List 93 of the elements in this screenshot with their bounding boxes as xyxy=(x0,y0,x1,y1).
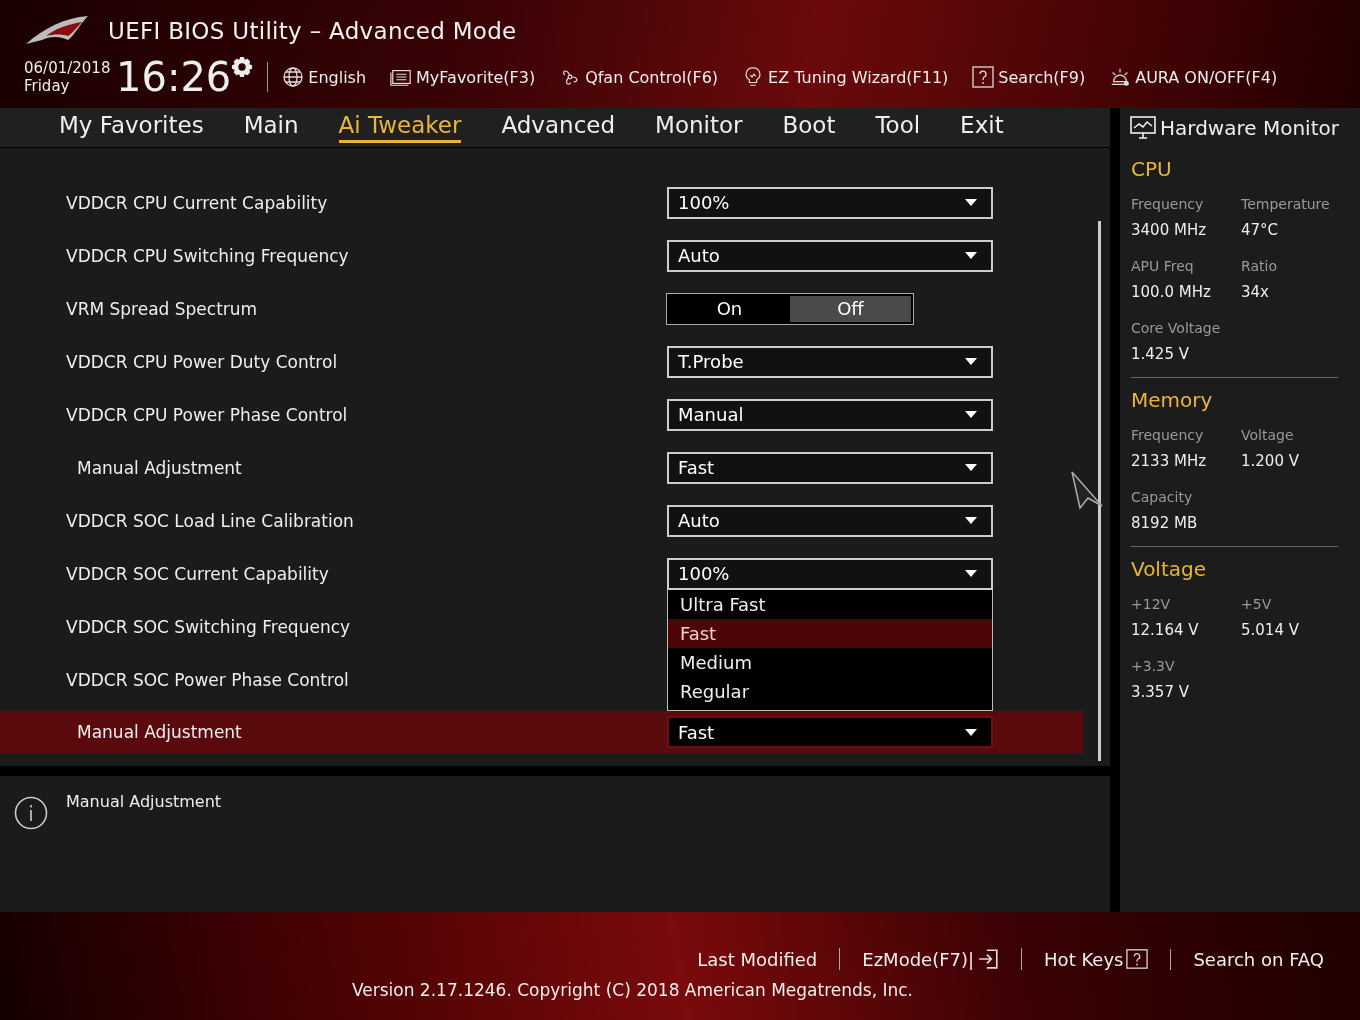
reading-value: 34x xyxy=(1241,283,1270,301)
dropdown[interactable]: Auto xyxy=(667,239,993,272)
reading-value: 8192 MB xyxy=(1131,514,1199,532)
day-text: Friday xyxy=(24,77,71,95)
dropdown[interactable]: Auto xyxy=(667,504,993,537)
exit-icon xyxy=(977,948,1000,970)
dropdown[interactable]: 100% xyxy=(667,186,993,219)
menu-tab[interactable]: Tool xyxy=(875,112,921,143)
toolbar-button[interactable]: EZ Tuning Wizard(F11) xyxy=(742,66,949,88)
window-title: UEFI BIOS Utility – Advanced Mode xyxy=(108,18,517,44)
caret-icon xyxy=(965,570,977,577)
menu-tab[interactable]: My Favorites xyxy=(59,112,204,143)
reading-value: 100.0 MHz xyxy=(1131,283,1212,301)
question-icon xyxy=(972,66,995,88)
reading-label: Ratio xyxy=(1241,257,1278,275)
reading-label: Frequency xyxy=(1131,195,1205,213)
cursor-icon xyxy=(1070,470,1104,510)
setting-label[interactable]: VDDCR CPU Power Duty Control xyxy=(0,351,666,372)
toolbar-button[interactable]: Qfan Control(F6) xyxy=(559,66,719,88)
dropdown[interactable]: Manual xyxy=(667,398,993,431)
menu-tab[interactable]: Ai Tweaker xyxy=(338,112,462,143)
help-text: Manual Adjustment xyxy=(66,792,222,811)
version-text: Version 2.17.1246. Copyright (C) 2018 American Megatrends, Inc. xyxy=(351,980,914,1000)
info-icon xyxy=(14,796,48,830)
toolbar-button[interactable]: MyFavorite(F3) xyxy=(390,66,536,88)
caret-icon xyxy=(965,464,977,471)
reading-value: 1.425 V xyxy=(1131,345,1190,363)
footer-link[interactable]: Last Modified xyxy=(675,948,840,970)
setting-label[interactable]: VDDCR SOC Switching Frequency xyxy=(0,616,666,637)
clock-text: 16:26 xyxy=(116,56,232,98)
toolbar-button[interactable]: English xyxy=(282,66,367,88)
reading-value: 2133 MHz xyxy=(1131,452,1208,470)
setting-label: Manual Adjustment xyxy=(76,722,243,742)
selected-row[interactable]: Manual Adjustment Fast xyxy=(0,711,1083,753)
setting-label[interactable]: VRM Spread Spectrum xyxy=(0,298,666,319)
reading-label: +3.3V xyxy=(1131,657,1176,675)
dropdown[interactable]: 100% xyxy=(667,557,993,590)
menu-tab[interactable]: Advanced xyxy=(501,112,616,143)
section-title: Voltage xyxy=(1131,557,1208,581)
footer-link[interactable]: EzMode(F7)| xyxy=(839,948,1022,970)
globe-icon xyxy=(282,66,305,88)
reading-label: +5V xyxy=(1241,595,1273,613)
caret-icon xyxy=(965,728,977,736)
caret-icon xyxy=(965,517,977,524)
section-title: CPU xyxy=(1131,157,1173,181)
setting-label[interactable]: VDDCR CPU Switching Frequency xyxy=(0,245,666,266)
menu-tab[interactable]: Exit xyxy=(960,112,1004,143)
toolbar-button[interactable]: Search(F9) xyxy=(972,66,1086,88)
reading-value: 3.357 V xyxy=(1131,683,1190,701)
menu-option[interactable]: Regular xyxy=(668,676,992,706)
panel-title: Hardware Monitor xyxy=(1160,115,1339,140)
setting-label[interactable]: VDDCR CPU Power Phase Control xyxy=(0,404,666,425)
menu-option[interactable]: Fast xyxy=(668,618,992,648)
menu-tab[interactable]: Monitor xyxy=(655,112,743,143)
setting-label[interactable]: VDDCR CPU Current Capability xyxy=(0,192,666,213)
monitor-icon xyxy=(1130,115,1156,140)
light-icon xyxy=(1109,66,1132,88)
section-title: Memory xyxy=(1131,388,1214,412)
reading-value: 1.200 V xyxy=(1241,452,1300,470)
reading-label: Capacity xyxy=(1131,488,1194,506)
toggle-option[interactable]: Off xyxy=(790,295,911,322)
menu-tab[interactable]: Boot xyxy=(782,112,836,143)
reading-label: Temperature xyxy=(1241,195,1331,213)
question-icon xyxy=(1126,948,1149,970)
setting-label[interactable]: VDDCR SOC Current Capability xyxy=(0,563,666,584)
reading-label: APU Freq xyxy=(1131,257,1195,275)
scrollbar[interactable] xyxy=(1098,221,1101,761)
reading-label: +12V xyxy=(1131,595,1172,613)
date-text: 06/01/2018 xyxy=(24,59,112,77)
footer-link[interactable]: Search on FAQ xyxy=(1170,948,1346,970)
menu-option[interactable]: Ultra Fast xyxy=(668,589,992,619)
caret-icon xyxy=(965,358,977,365)
reading-label: Core Voltage xyxy=(1131,319,1222,337)
dropdown[interactable]: Fast xyxy=(667,716,993,748)
dropdown[interactable]: T.Probe xyxy=(667,345,993,378)
menu-tab[interactable]: Main xyxy=(243,112,299,143)
reading-label: Voltage xyxy=(1241,426,1295,444)
settings-icon[interactable] xyxy=(231,56,254,78)
footer-link[interactable]: Hot Keys xyxy=(1021,948,1171,970)
reading-value: 5.014 V xyxy=(1241,621,1300,639)
dropdown[interactable]: Fast xyxy=(667,451,993,484)
caret-icon xyxy=(965,411,977,418)
setting-label[interactable]: Manual Adjustment xyxy=(0,457,666,478)
toolbar-button[interactable]: AURA ON/OFF(F4) xyxy=(1109,66,1278,88)
caret-icon xyxy=(965,199,977,206)
setting-label[interactable]: VDDCR SOC Load Line Calibration xyxy=(0,510,666,531)
reading-value: 3400 MHz xyxy=(1131,221,1208,239)
caret-icon xyxy=(965,252,977,259)
menu-option[interactable]: Medium xyxy=(668,647,992,677)
reading-value: 47°C xyxy=(1241,221,1280,239)
reading-value: 12.164 V xyxy=(1131,621,1200,639)
reading-label: Frequency xyxy=(1131,426,1205,444)
setting-label[interactable]: VDDCR SOC Power Phase Control xyxy=(0,669,666,690)
